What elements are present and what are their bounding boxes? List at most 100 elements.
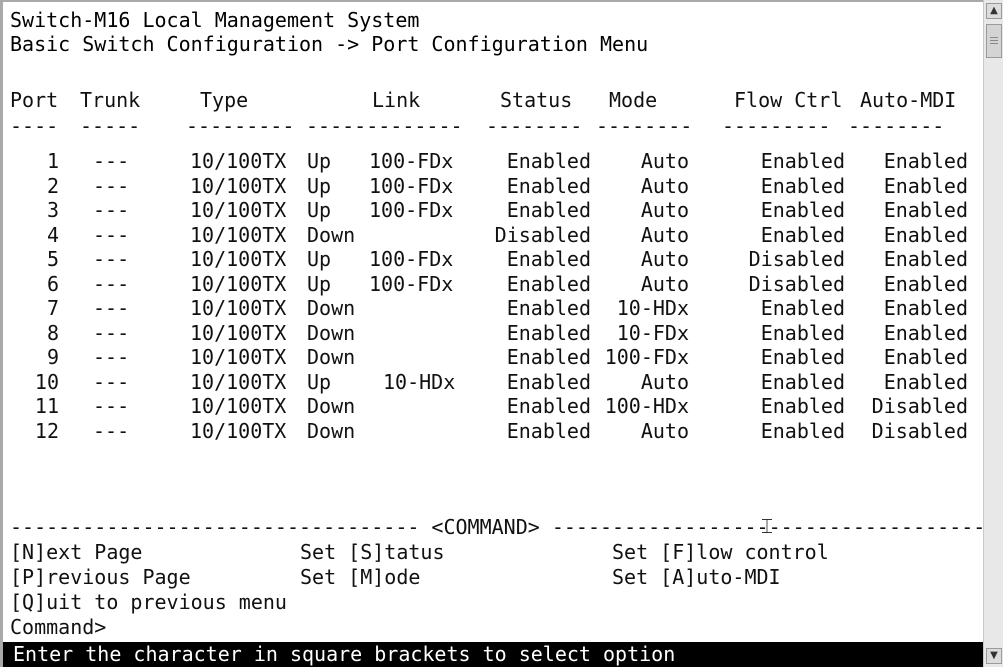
cell-link: Up bbox=[307, 247, 332, 271]
cell-trunk: --- bbox=[93, 247, 130, 271]
cell-trunk: --- bbox=[93, 345, 130, 369]
cell-mode: Auto bbox=[640, 247, 689, 271]
cell-flow: Disabled bbox=[748, 272, 845, 296]
cell-mdi: Enabled bbox=[883, 149, 968, 173]
cell-mdi: Enabled bbox=[883, 321, 968, 345]
cell-mdi: Enabled bbox=[883, 345, 968, 369]
cell-trunk: --- bbox=[93, 419, 130, 443]
cell-type: 10/100TX bbox=[190, 345, 287, 369]
col-header-type: Type bbox=[200, 88, 249, 112]
cell-flow: Disabled bbox=[748, 247, 845, 271]
cell-port: 8 bbox=[46, 321, 59, 345]
cell-type: 10/100TX bbox=[190, 198, 287, 222]
separator: ----- bbox=[80, 114, 141, 138]
col-header-status: Status bbox=[500, 88, 573, 112]
cell-type: 10/100TX bbox=[190, 370, 287, 394]
cell-trunk: --- bbox=[93, 296, 130, 320]
cell-status: Enabled bbox=[506, 394, 591, 418]
scroll-down-arrow-icon[interactable]: ▼ bbox=[986, 648, 1002, 664]
cell-link: Down bbox=[307, 321, 356, 345]
cell-flow: Enabled bbox=[760, 419, 845, 443]
cell-type: 10/100TX bbox=[190, 394, 287, 418]
cell-speed: 100-FDx bbox=[369, 149, 454, 173]
cell-flow: Enabled bbox=[760, 321, 845, 345]
cell-mode: Auto bbox=[640, 198, 689, 222]
cell-status: Enabled bbox=[506, 247, 591, 271]
cell-mode: Auto bbox=[640, 223, 689, 247]
scrollbar-thumb[interactable] bbox=[986, 24, 1002, 58]
cell-link: Up bbox=[307, 174, 332, 198]
cell-mdi: Enabled bbox=[883, 370, 968, 394]
cell-status: Enabled bbox=[506, 149, 591, 173]
cell-mdi: Enabled bbox=[883, 174, 968, 198]
scroll-up-arrow-icon[interactable]: ▲ bbox=[986, 3, 1002, 19]
cell-speed: 100-FDx bbox=[369, 247, 454, 271]
option-next-page: [N]ext Page bbox=[10, 540, 143, 564]
cell-flow: Enabled bbox=[760, 223, 845, 247]
cell-mode: 10-FDx bbox=[616, 321, 689, 345]
cell-flow: Enabled bbox=[760, 345, 845, 369]
cell-type: 10/100TX bbox=[190, 321, 287, 345]
separator: -------- bbox=[596, 114, 693, 138]
cell-mode: Auto bbox=[640, 174, 689, 198]
cell-flow: Enabled bbox=[760, 394, 845, 418]
command-divider: ---------------------------------- <COMM… bbox=[10, 515, 1003, 539]
cell-trunk: --- bbox=[93, 321, 130, 345]
menu-breadcrumb: Basic Switch Configuration -> Port Confi… bbox=[10, 32, 649, 56]
cell-type: 10/100TX bbox=[190, 149, 287, 173]
cell-mode: 10-HDx bbox=[616, 296, 689, 320]
cell-mdi: Enabled bbox=[883, 296, 968, 320]
cell-link: Down bbox=[307, 223, 356, 247]
cell-link: Up bbox=[307, 149, 332, 173]
cell-status: Enabled bbox=[506, 198, 591, 222]
cell-status: Enabled bbox=[506, 296, 591, 320]
cell-trunk: --- bbox=[93, 394, 130, 418]
cell-flow: Enabled bbox=[760, 296, 845, 320]
cell-mode: Auto bbox=[640, 149, 689, 173]
cell-link: Down bbox=[307, 296, 356, 320]
command-prompt[interactable]: Command> bbox=[10, 615, 106, 639]
cell-mode: 100-HDx bbox=[604, 394, 689, 418]
terminal-window[interactable]: Switch-M16 Local Management System Basic… bbox=[0, 0, 1003, 667]
status-bar: Enter the character in square brackets t… bbox=[3, 642, 983, 667]
cell-flow: Enabled bbox=[760, 174, 845, 198]
cell-port: 2 bbox=[46, 174, 59, 198]
cell-status: Enabled bbox=[506, 174, 591, 198]
cell-speed: 100-FDx bbox=[369, 174, 454, 198]
separator: -------- bbox=[848, 114, 945, 138]
cell-status: Enabled bbox=[506, 370, 591, 394]
option-set-flow-control: Set [F]low control bbox=[612, 540, 829, 564]
cell-mdi: Disabled bbox=[871, 419, 968, 443]
separator: ---- bbox=[10, 114, 59, 138]
cell-speed: 100-FDx bbox=[369, 198, 454, 222]
cell-flow: Enabled bbox=[760, 370, 845, 394]
col-header-link: Link bbox=[372, 88, 421, 112]
option-previous-page: [P]revious Page bbox=[10, 565, 191, 589]
cell-mode: Auto bbox=[640, 272, 689, 296]
cell-status: Enabled bbox=[506, 321, 591, 345]
cell-status: Enabled bbox=[506, 272, 591, 296]
cell-mode: Auto bbox=[640, 370, 689, 394]
separator: --------- bbox=[722, 114, 831, 138]
cell-flow: Enabled bbox=[760, 198, 845, 222]
cell-port: 10 bbox=[34, 370, 59, 394]
cell-port: 12 bbox=[34, 419, 59, 443]
cell-port: 11 bbox=[34, 394, 59, 418]
cell-mdi: Enabled bbox=[883, 198, 968, 222]
cell-port: 4 bbox=[46, 223, 59, 247]
cell-link: Up bbox=[307, 272, 332, 296]
cell-trunk: --- bbox=[93, 223, 130, 247]
vertical-scrollbar[interactable]: ▲ ▼ bbox=[983, 0, 1003, 667]
cell-trunk: --- bbox=[93, 198, 130, 222]
col-header-mode: Mode bbox=[609, 88, 658, 112]
cell-port: 1 bbox=[46, 149, 59, 173]
cell-mdi: Enabled bbox=[883, 223, 968, 247]
option-set-status: Set [S]tatus bbox=[300, 540, 445, 564]
i-beam-cursor-icon: ⌶ bbox=[761, 514, 773, 538]
cell-type: 10/100TX bbox=[190, 272, 287, 296]
cell-port: 9 bbox=[46, 345, 59, 369]
cell-mdi: Enabled bbox=[883, 247, 968, 271]
cell-port: 5 bbox=[46, 247, 59, 271]
cell-mdi: Enabled bbox=[883, 272, 968, 296]
cell-port: 7 bbox=[46, 296, 59, 320]
